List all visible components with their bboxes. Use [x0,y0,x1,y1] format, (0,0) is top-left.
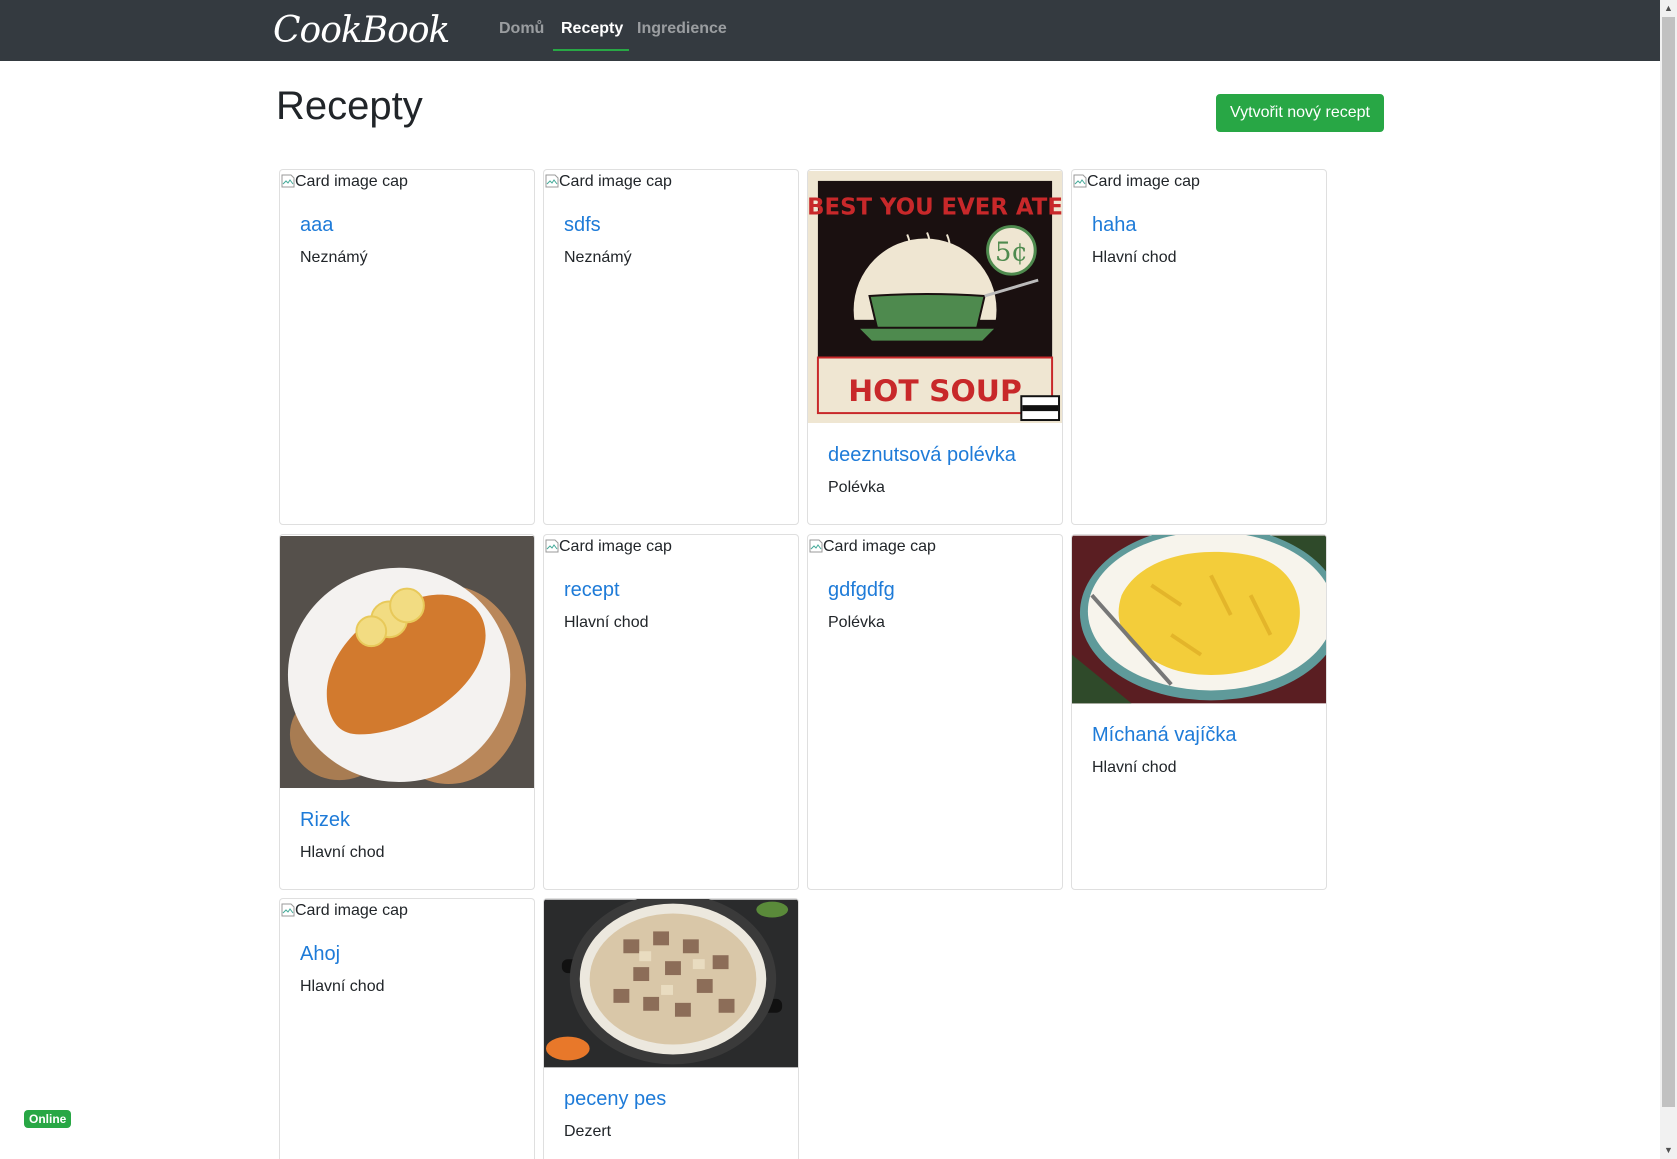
recipe-title[interactable]: Ahoj [300,943,514,966]
recipe-title[interactable]: sdfs [564,214,778,237]
broken-image-placeholder: Card image cap [544,170,798,194]
create-recipe-button[interactable]: Vytvořit nový recept [1216,94,1384,132]
poster-bottom-text: HOT SOUP [848,374,1022,409]
schnitzel-photo-image [280,535,534,789]
recipe-category: Hlavní chod [300,844,385,861]
broken-image-icon [281,903,295,917]
broken-image-placeholder: Card image cap [280,899,534,923]
recipe-category: Polévka [828,479,885,496]
recipe-title[interactable]: gdfgdfg [828,579,1042,602]
recipe-category: Neznámý [300,249,368,266]
broken-image-placeholder: Card image cap [808,535,1062,559]
nav-ingredients[interactable]: Ingredience [637,20,727,38]
broken-image-icon [281,174,295,188]
recipe-title[interactable]: haha [1092,214,1306,237]
broken-image-icon [1073,174,1087,188]
scroll-down-arrow-icon[interactable]: ▼ [1660,1142,1677,1159]
broken-image-icon [545,174,559,188]
page-title: Recepty [276,84,423,128]
image-alt-text: Card image cap [559,173,672,190]
recipe-category: Hlavní chod [300,978,385,995]
recipe-card[interactable]: BEST YOU EVER ATE 5¢ HOT SOUP deeznutsov… [807,169,1063,525]
scroll-up-arrow-icon[interactable]: ▲ [1660,0,1677,17]
recipe-card[interactable]: Card image cap haha Hlavní chod [1071,169,1327,525]
nav-active-indicator [553,49,629,51]
recipe-category: Dezert [564,1123,612,1140]
nav-recipes[interactable]: Recepty [561,20,623,38]
image-alt-text: Card image cap [823,538,936,555]
online-status-badge: Online [24,1110,72,1128]
recipe-title[interactable]: recept [564,579,778,602]
recipe-title[interactable]: deeznutsová polévka [828,444,1042,467]
recipe-card[interactable]: Card image cap sdfs Neznámý [543,169,799,525]
recipe-card[interactable]: Card image cap aaa Neznámý [279,169,535,525]
brand-logo[interactable]: CookBook [273,10,450,51]
image-alt-text: Card image cap [295,173,408,190]
recipe-title[interactable]: Míchaná vajíčka [1092,724,1306,747]
recipe-category: Hlavní chod [564,614,649,631]
recipe-title[interactable]: aaa [300,214,514,237]
recipe-category: Neznámý [564,249,632,266]
recipe-card[interactable]: peceny pes Dezert [543,898,799,1159]
broken-image-icon [809,539,823,553]
recipe-card[interactable]: Card image cap recept Hlavní chod [543,534,799,890]
scrollbar[interactable]: ▲ ▼ [1660,0,1677,1159]
recipe-card[interactable]: Rizek Hlavní chod [279,534,535,890]
recipe-category: Hlavní chod [1092,249,1177,266]
broken-image-icon [545,539,559,553]
poster-price: 5¢ [995,237,1028,267]
navbar: CookBook Domů Recepty Ingredience [0,0,1660,61]
recipe-category: Hlavní chod [1092,759,1177,776]
image-alt-text: Card image cap [295,902,408,919]
poster-top-text: BEST YOU EVER ATE [808,195,1062,221]
scrollbar-thumb[interactable] [1662,17,1675,1107]
image-alt-text: Card image cap [1087,173,1200,190]
recipe-title[interactable]: Rizek [300,809,514,832]
recipe-card[interactable]: Card image cap gdfgdfg Polévka [807,534,1063,890]
hot-soup-poster-image: BEST YOU EVER ATE 5¢ HOT SOUP [808,170,1062,424]
nav-home[interactable]: Domů [499,20,544,38]
recipe-category: Polévka [828,614,885,631]
image-alt-text: Card image cap [559,538,672,555]
recipe-card[interactable]: Míchaná vajíčka Hlavní chod [1071,534,1327,890]
broken-image-placeholder: Card image cap [280,170,534,194]
broken-image-placeholder: Card image cap [1072,170,1326,194]
recipe-card[interactable]: Card image cap Ahoj Hlavní chod [279,898,535,1159]
broken-image-placeholder: Card image cap [544,535,798,559]
scrambled-eggs-photo-image [1072,535,1326,704]
recipe-title[interactable]: peceny pes [564,1088,778,1111]
stew-pot-photo-image [544,899,798,1068]
